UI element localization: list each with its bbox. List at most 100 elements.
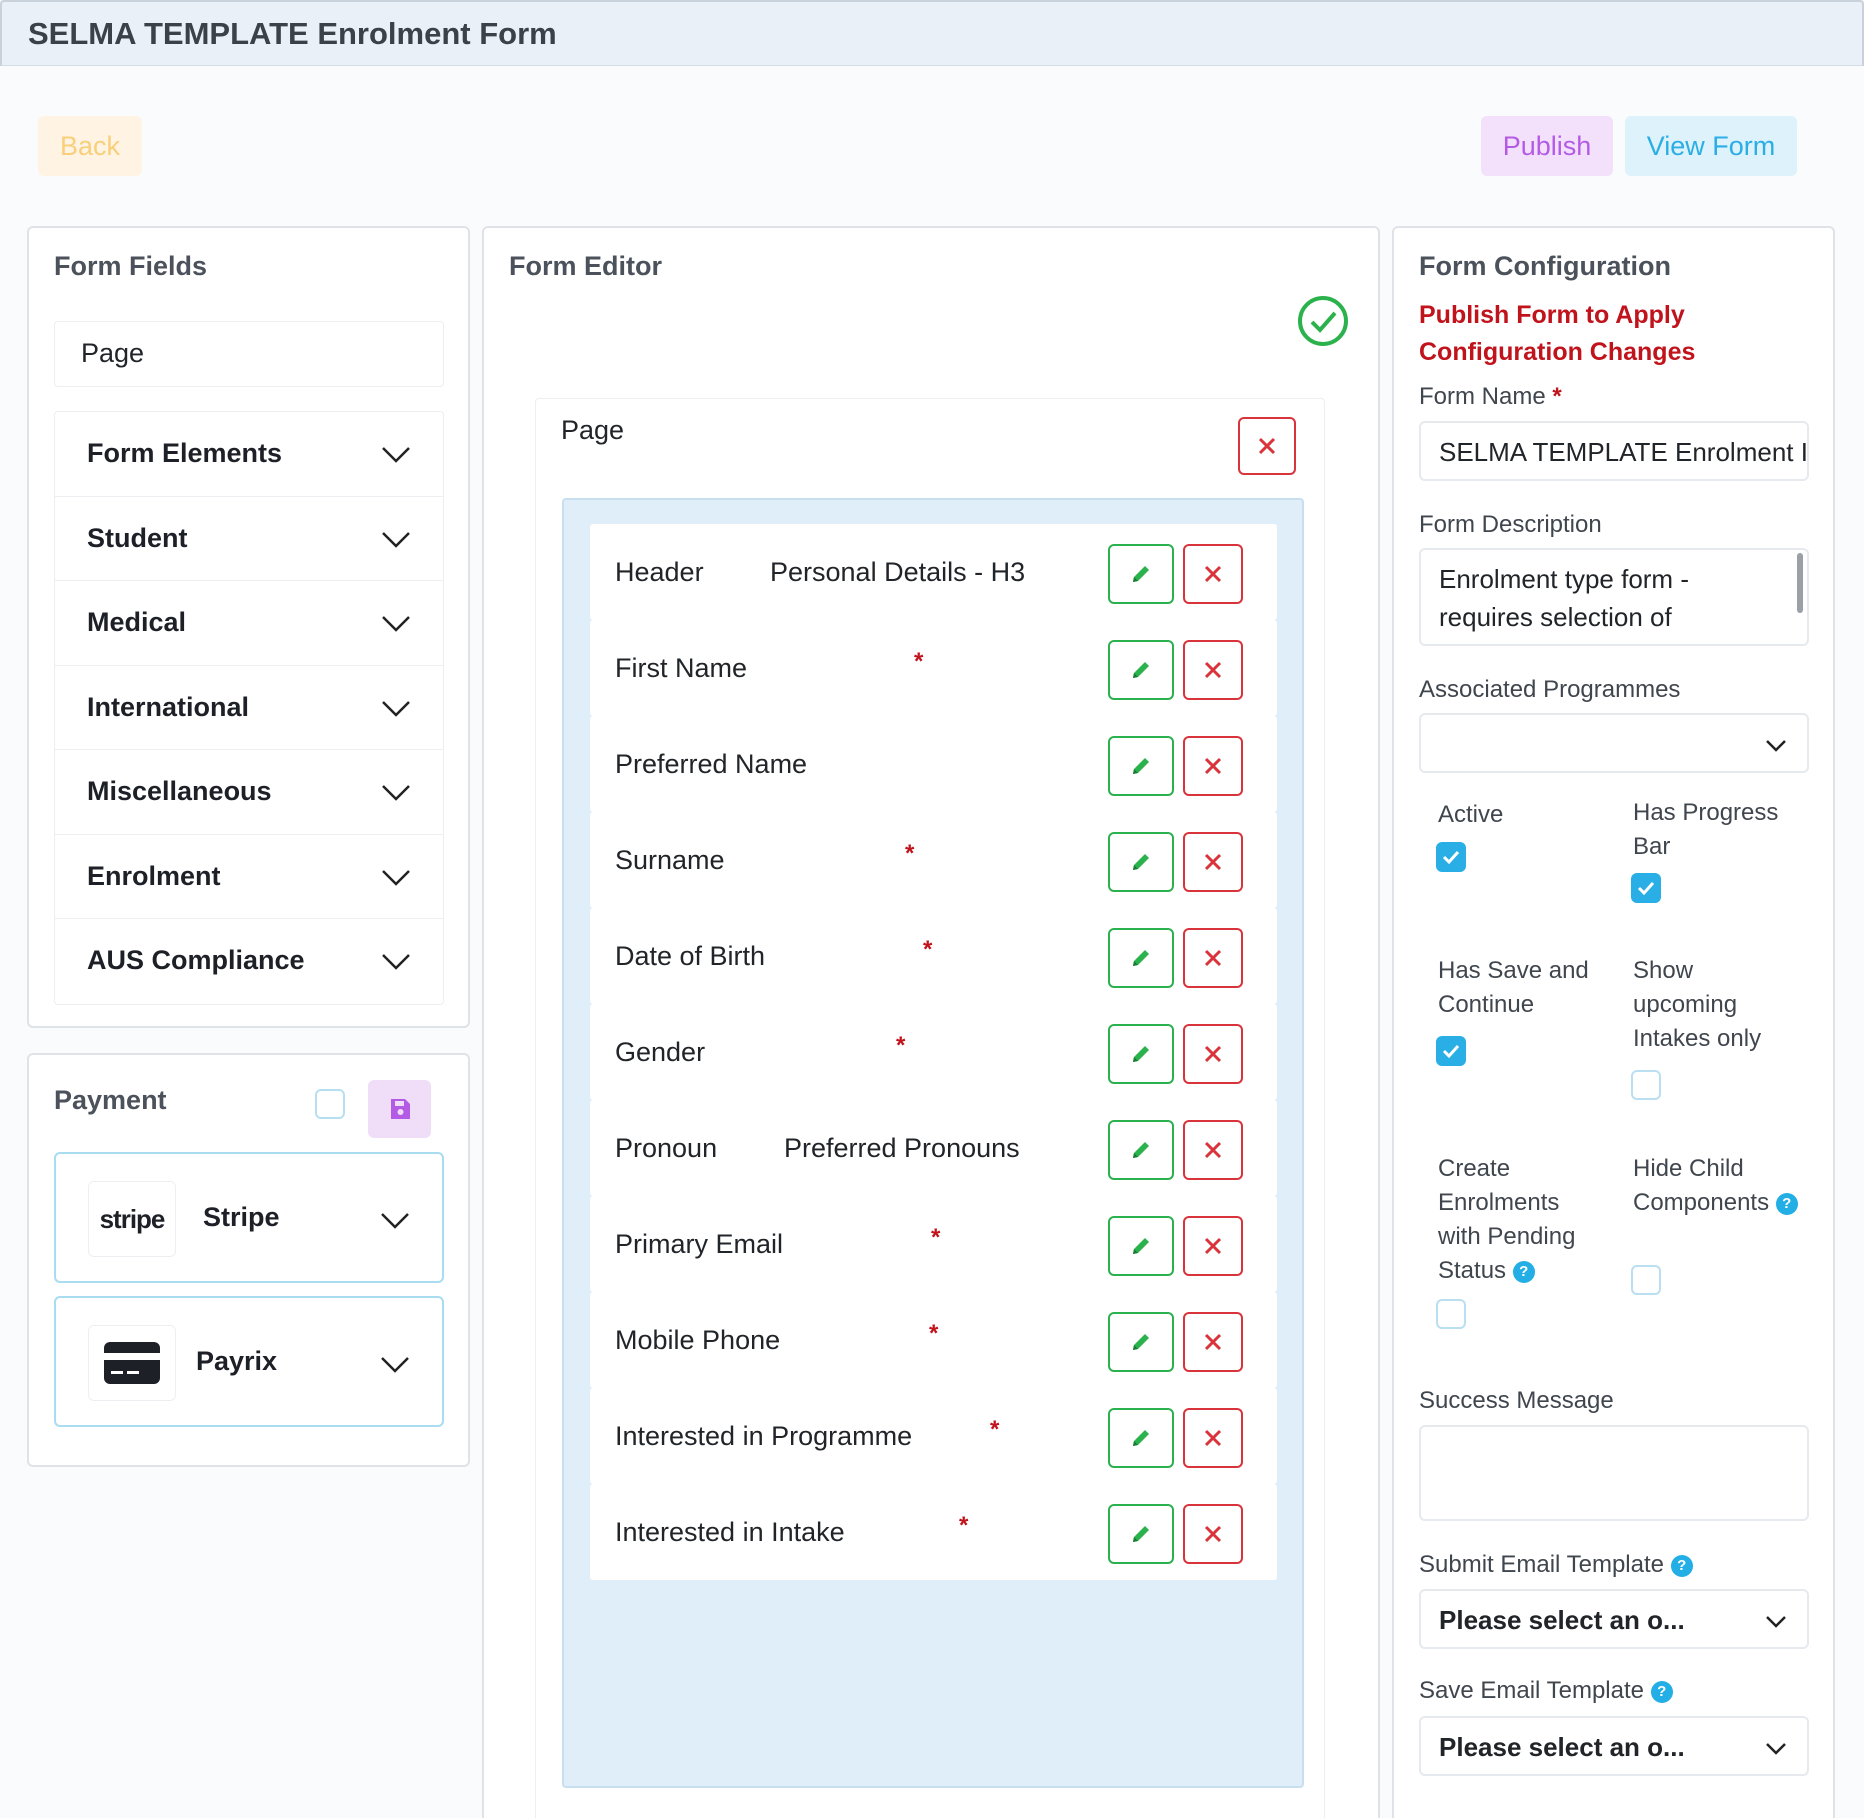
option-save-continue-checkbox[interactable]	[1436, 1036, 1466, 1066]
field-row-pronoun[interactable]: Pronoun Preferred Pronouns	[590, 1100, 1277, 1196]
help-icon[interactable]: ?	[1650, 1680, 1673, 1703]
form-configuration-panel: Form Configuration Publish Form to Apply…	[1392, 226, 1835, 1818]
field-row-interested-in-intake[interactable]: Interested in Intake *	[590, 1484, 1277, 1580]
field-row-primary-email[interactable]: Primary Email *	[590, 1196, 1277, 1292]
accordion-label: Medical	[87, 607, 187, 637]
form-description-textarea[interactable]: Enrolment type form - requires selection…	[1419, 548, 1809, 646]
delete-field-button[interactable]	[1183, 1408, 1243, 1468]
stripe-logo-icon: stripe	[88, 1181, 176, 1257]
delete-field-button[interactable]	[1183, 1216, 1243, 1276]
edit-field-button[interactable]	[1108, 832, 1174, 892]
delete-field-button[interactable]	[1183, 928, 1243, 988]
delete-field-button[interactable]	[1183, 1024, 1243, 1084]
accordion-enrolment[interactable]: Enrolment	[55, 835, 443, 919]
delete-field-button[interactable]	[1183, 1504, 1243, 1564]
accordion-student[interactable]: Student	[55, 497, 443, 581]
accordion-label: Student	[87, 522, 188, 553]
edit-field-button[interactable]	[1108, 1024, 1174, 1084]
accordion-medical[interactable]: Medical	[55, 581, 443, 666]
delete-field-button[interactable]	[1183, 832, 1243, 892]
option-hide-child-text: Hide Child Components	[1633, 1155, 1770, 1216]
field-row-header[interactable]: Header Personal Details - H3	[590, 524, 1277, 620]
textarea-scrollbar[interactable]	[1797, 553, 1803, 613]
submit-email-template-text: Submit Email Template	[1419, 1551, 1664, 1578]
save-email-template-value: Please select an o...	[1439, 1732, 1685, 1762]
payment-provider-payrix[interactable]: Payrix	[54, 1296, 444, 1427]
form-name-label: Form Name *	[1419, 383, 1562, 411]
accordion-aus-compliance[interactable]: AUS Compliance	[55, 919, 443, 1004]
payment-provider-stripe[interactable]: stripe Stripe	[54, 1152, 444, 1283]
field-row-first-name[interactable]: First Name *	[590, 620, 1277, 716]
save-email-template-select[interactable]: Please select an o...	[1419, 1716, 1809, 1776]
field-label: Surname	[615, 845, 725, 875]
back-button[interactable]: Back	[38, 116, 142, 176]
page-container: Page Header Personal Details - H3 First …	[535, 398, 1325, 1818]
field-row-surname[interactable]: Surname *	[590, 812, 1277, 908]
option-hide-child-checkbox[interactable]	[1631, 1265, 1661, 1295]
option-save-continue-label: Has Save and Continue	[1438, 957, 1589, 1018]
help-icon[interactable]: ?	[1775, 1192, 1798, 1215]
edit-field-button[interactable]	[1108, 544, 1174, 604]
field-label: Mobile Phone	[615, 1325, 781, 1355]
accordion-form-elements[interactable]: Form Elements	[55, 412, 443, 497]
associated-programmes-select[interactable]	[1419, 713, 1809, 773]
edit-field-button[interactable]	[1108, 640, 1174, 700]
delete-field-button[interactable]	[1183, 640, 1243, 700]
field-label: Pronoun	[615, 1133, 718, 1163]
pencil-icon	[1133, 1046, 1149, 1062]
payment-enabled-checkbox[interactable]	[315, 1089, 345, 1119]
save-email-template-text: Save Email Template	[1419, 1677, 1644, 1704]
save-payment-button[interactable]	[368, 1080, 431, 1138]
delete-field-button[interactable]	[1183, 544, 1243, 604]
edit-field-button[interactable]	[1108, 1216, 1174, 1276]
chevron-down-icon	[1766, 1616, 1786, 1628]
option-active-checkbox[interactable]	[1436, 842, 1466, 872]
chevron-down-icon	[382, 447, 410, 463]
help-icon[interactable]: ?	[1670, 1554, 1693, 1577]
field-sublabel: Personal Details - H3	[770, 557, 1026, 587]
form-editor-panel: Form Editor Page Header Personal Details…	[482, 226, 1380, 1818]
option-pending-status-checkbox[interactable]	[1436, 1299, 1466, 1329]
field-label: Interested in Intake	[615, 1517, 845, 1547]
accordion-international[interactable]: International	[55, 666, 443, 750]
help-icon[interactable]: ?	[1512, 1260, 1535, 1283]
delete-page-button[interactable]	[1238, 417, 1296, 475]
pencil-icon	[1133, 566, 1149, 582]
edit-field-button[interactable]	[1108, 928, 1174, 988]
form-configuration-title: Form Configuration	[1419, 251, 1671, 281]
field-row-date-of-birth[interactable]: Date of Birth *	[590, 908, 1277, 1004]
success-message-textarea[interactable]	[1419, 1425, 1809, 1521]
view-form-button[interactable]: View Form	[1625, 116, 1797, 176]
close-icon	[1204, 853, 1222, 871]
field-row-preferred-name[interactable]: Preferred Name	[590, 716, 1277, 812]
field-row-gender[interactable]: Gender *	[590, 1004, 1277, 1100]
edit-field-button[interactable]	[1108, 736, 1174, 796]
field-row-interested-in-programme[interactable]: Interested in Programme *	[590, 1388, 1277, 1484]
publish-button[interactable]: Publish	[1481, 116, 1613, 176]
close-icon	[1204, 1141, 1222, 1159]
checkmark-icon	[1442, 1044, 1460, 1058]
delete-field-button[interactable]	[1183, 1120, 1243, 1180]
delete-field-button[interactable]	[1183, 736, 1243, 796]
chevron-down-icon	[381, 1213, 409, 1229]
pencil-icon	[1133, 1142, 1149, 1158]
delete-field-button[interactable]	[1183, 1312, 1243, 1372]
form-name-input[interactable]: SELMA TEMPLATE Enrolment I	[1419, 421, 1809, 481]
accordion-label: International	[87, 691, 250, 722]
field-label: Preferred Name	[615, 749, 808, 779]
field-row-mobile-phone[interactable]: Mobile Phone *	[590, 1292, 1277, 1388]
edit-field-button[interactable]	[1108, 1120, 1174, 1180]
submit-email-template-value: Please select an o...	[1439, 1605, 1685, 1635]
edit-field-button[interactable]	[1108, 1408, 1174, 1468]
option-progress-bar-checkbox[interactable]	[1631, 873, 1661, 903]
credit-card-icon	[88, 1325, 176, 1401]
close-icon	[1204, 949, 1222, 967]
option-active-label: Active	[1438, 801, 1504, 828]
page-field-item[interactable]: Page	[54, 321, 444, 387]
edit-field-button[interactable]	[1108, 1504, 1174, 1564]
option-upcoming-intakes-checkbox[interactable]	[1631, 1070, 1661, 1100]
required-marker: *	[896, 1032, 906, 1059]
accordion-miscellaneous[interactable]: Miscellaneous	[55, 750, 443, 835]
edit-field-button[interactable]	[1108, 1312, 1174, 1372]
submit-email-template-select[interactable]: Please select an o...	[1419, 1589, 1809, 1649]
